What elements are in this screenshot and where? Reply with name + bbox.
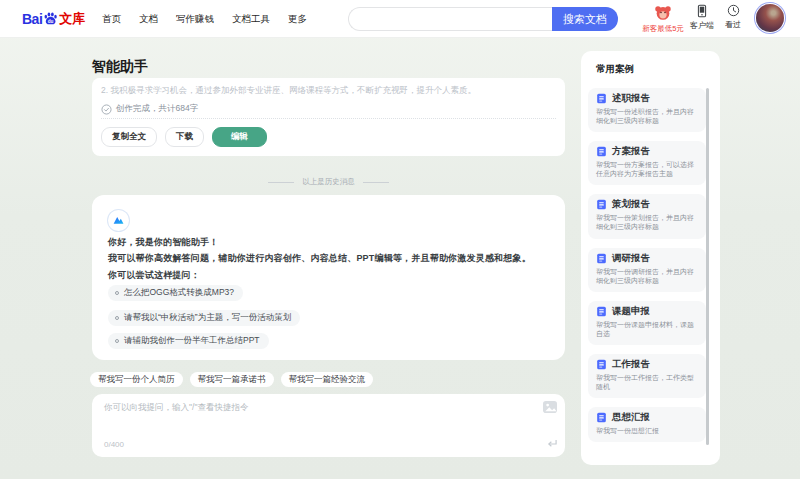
case-title: 工作报告 xyxy=(612,358,650,371)
nav-write-earn[interactable]: 写作赚钱 xyxy=(176,13,214,26)
suggestion-halfyear-ppt[interactable]: 请辅助我创作一份半年工作总结PPT xyxy=(108,333,269,349)
doc-icon xyxy=(596,199,607,210)
download-button[interactable]: 下载 xyxy=(165,127,204,147)
dotted-divider xyxy=(101,118,556,119)
case-title: 述职报告 xyxy=(612,92,650,105)
nav-more[interactable]: 更多 xyxy=(288,13,307,26)
search-button[interactable]: 搜索文档 xyxy=(552,7,618,31)
bullet-icon xyxy=(115,316,119,320)
search-input[interactable] xyxy=(348,7,552,31)
tag-experience[interactable]: 帮我写一篇经验交流 xyxy=(281,372,374,387)
assistant-intro: 我可以帮你高效解答问题，辅助你进行内容创作、内容总结、PPT编辑等，并且帮助你激… xyxy=(108,252,531,265)
page-title: 智能助手 xyxy=(92,58,148,76)
doc-icon xyxy=(596,93,607,104)
suggestion-text: 怎么把OGG格式转换成MP3? xyxy=(124,287,234,299)
case-keti-shenbao[interactable]: 课题申报 帮我写一份课题申报材料，课题自选 xyxy=(588,301,706,345)
nav-docs[interactable]: 文档 xyxy=(139,13,158,26)
main-nav: 首页 文档 写作赚钱 文档工具 更多 xyxy=(102,0,307,38)
nav-doc-tools[interactable]: 文档工具 xyxy=(232,13,270,26)
quick-tags: 帮我写一份个人简历 帮我写一篇承诺书 帮我写一篇经验交流 xyxy=(90,372,373,387)
case-desc: 帮我写一份思想汇报 xyxy=(596,426,698,435)
case-title: 方案报告 xyxy=(612,145,650,158)
history-result-card: 2. 我积极寻求学习机会，通过参加外部专业讲座、网络课程等方式，不断扩充视野，提… xyxy=(92,78,565,156)
copy-all-button[interactable]: 复制全文 xyxy=(101,127,157,147)
case-desc: 帮我写一份调研报告，并且内容细化到三级内容标题 xyxy=(596,267,698,285)
history-divider-text: 以上是历史消息 xyxy=(302,177,355,187)
result-actions: 复制全文 下载 编辑 xyxy=(101,127,267,147)
tag-resume[interactable]: 帮我写一份个人简历 xyxy=(90,372,183,387)
creation-status-text: 创作完成，共计684字 xyxy=(116,103,198,115)
divider-line-left xyxy=(268,182,294,183)
case-desc: 帮我写一份课题申报材料，课题自选 xyxy=(596,320,698,338)
history-seen-entry[interactable]: 看过 xyxy=(705,4,761,30)
divider-line-right xyxy=(363,182,389,183)
case-desc: 帮我写一份方案报告，可以选择任意内容为方案报告主题 xyxy=(596,160,698,178)
baidu-paw-icon: du xyxy=(43,11,58,26)
case-fangan-report[interactable]: 方案报告 帮我写一份方案报告，可以选择任意内容为方案报告主题 xyxy=(588,141,706,185)
assistant-hint: 你可以尝试这样提问： xyxy=(108,269,200,282)
assistant-message-card: 你好，我是你的智能助手！ 我可以帮你高效解答问题，辅助你进行内容创作、内容总结、… xyxy=(92,195,565,360)
case-title: 思想汇报 xyxy=(612,411,650,424)
history-divider: 以上是历史消息 xyxy=(92,177,565,187)
enter-key-icon xyxy=(546,439,558,449)
assistant-logo-icon xyxy=(112,214,125,227)
promo-mascot-icon xyxy=(653,4,673,22)
char-counter: 0/400 xyxy=(104,440,124,449)
case-shuzhi-report[interactable]: 述职报告 帮我写一份述职报告，并且内容细化到三级内容标题 xyxy=(588,88,706,132)
case-cehua-report[interactable]: 策划报告 帮我写一份策划报告，并且内容细化到三级内容标题 xyxy=(588,194,706,238)
case-desc: 帮我写一份述职报告，并且内容细化到三级内容标题 xyxy=(596,107,698,125)
svg-text:du: du xyxy=(48,18,54,23)
nav-home[interactable]: 首页 xyxy=(102,13,121,26)
bullet-icon xyxy=(115,339,119,343)
suggestion-text: 请帮我以“中秋活动”为主题，写一份活动策划 xyxy=(124,312,291,324)
baidu-wenku-logo[interactable]: Bai du 文库 xyxy=(22,10,85,28)
common-cases-panel: 常用案例 述职报告 帮我写一份述职报告，并且内容细化到三级内容标题 方案报告 帮… xyxy=(581,51,720,465)
doc-icon xyxy=(596,306,607,317)
case-title: 调研报告 xyxy=(612,252,650,265)
input-placeholder: 你可以向我提问，输入"/"查看快捷指令 xyxy=(104,402,248,414)
case-diaoyan-report[interactable]: 调研报告 帮我写一份调研报告，并且内容细化到三级内容标题 xyxy=(588,248,706,292)
creation-status: 创作完成，共计684字 xyxy=(101,103,198,115)
edit-button[interactable]: 编辑 xyxy=(212,127,267,147)
doc-icon xyxy=(596,359,607,370)
suggestion-midautumn-plan[interactable]: 请帮我以“中秋活动”为主题，写一份活动策划 xyxy=(108,310,300,326)
case-sixiang-huibao[interactable]: 思想汇报 帮我写一份思想汇报 xyxy=(588,407,706,442)
logo-bai: Bai xyxy=(22,11,42,27)
case-gongzuo-report[interactable]: 工作报告 帮我写一份工作报告，工作类型随机 xyxy=(588,354,706,398)
case-desc: 帮我写一份策划报告，并且内容细化到三级内容标题 xyxy=(596,213,698,231)
image-upload-icon[interactable] xyxy=(542,400,558,414)
clock-icon xyxy=(727,4,740,17)
case-list: 述职报告 帮我写一份述职报告，并且内容细化到三级内容标题 方案报告 帮我写一份方… xyxy=(588,88,706,442)
check-circle-icon xyxy=(101,104,112,115)
history-text-tail: 2. 我积极寻求学习机会，通过参加外部专业讲座、网络课程等方式，不断扩充视野，提… xyxy=(101,85,561,97)
seen-label: 看过 xyxy=(725,19,741,30)
case-title: 策划报告 xyxy=(612,198,650,211)
assistant-greeting: 你好，我是你的智能助手！ xyxy=(108,236,218,249)
user-avatar[interactable] xyxy=(756,4,784,32)
doc-icon xyxy=(596,146,607,157)
cases-panel-title: 常用案例 xyxy=(596,63,634,76)
suggestion-ogg-mp3[interactable]: 怎么把OGG格式转换成MP3? xyxy=(108,285,243,301)
case-desc: 帮我写一份工作报告，工作类型随机 xyxy=(596,373,698,391)
doc-icon xyxy=(596,253,607,264)
search-bar: 搜索文档 xyxy=(348,7,618,31)
case-title: 课题申报 xyxy=(612,305,650,318)
tag-commitment[interactable]: 帮我写一篇承诺书 xyxy=(190,372,274,387)
fade-mask xyxy=(92,78,565,86)
assistant-avatar xyxy=(108,210,129,231)
sidebar-scrollbar[interactable] xyxy=(706,88,709,445)
bullet-icon xyxy=(115,291,119,295)
top-navbar: Bai du 文库 首页 文档 写作赚钱 文档工具 更多 搜索文档 新客最低5元 xyxy=(0,0,800,38)
logo-wenku: 文库 xyxy=(59,10,85,28)
chat-input-box[interactable]: 你可以向我提问，输入"/"查看快捷指令 0/400 xyxy=(92,394,565,457)
suggestion-text: 请辅助我创作一份半年工作总结PPT xyxy=(124,335,260,347)
doc-icon xyxy=(596,412,607,423)
